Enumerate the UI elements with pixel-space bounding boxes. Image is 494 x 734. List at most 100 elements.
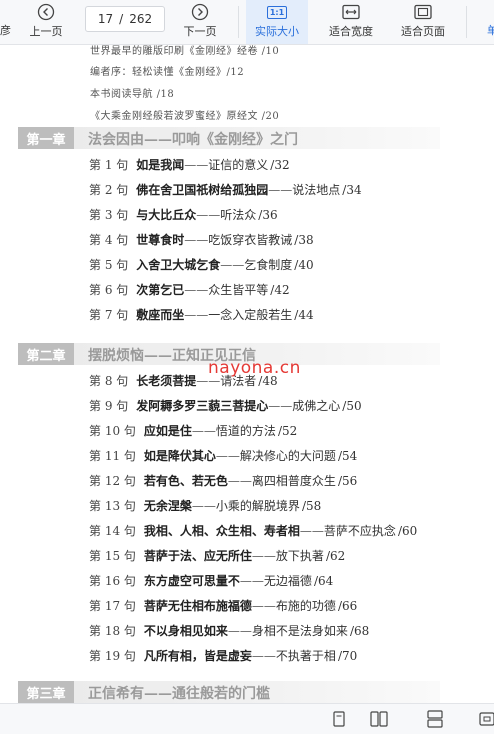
entry-dash: —— xyxy=(196,208,221,222)
toc-front-matter-item[interactable]: 世界最早的雕版印刷《金刚经》经卷 /10 xyxy=(90,45,279,57)
two-page-view-icon[interactable] xyxy=(370,710,388,728)
entry-key-phrase: 不以身相见如来 xyxy=(143,624,228,638)
toc-front-matter-item[interactable]: 《大乘金刚经般若波罗蜜经》原经文 /20 xyxy=(90,107,279,122)
entry-page-number: /58 xyxy=(301,499,322,513)
toc-entry[interactable]: 第 2 句佛在舍卫国祇树给孤独园——说法地点/34 xyxy=(89,181,362,198)
chapter-header[interactable]: 第一章 法会因由——叩响《金刚经》之门 xyxy=(18,127,440,149)
entry-key-phrase: 无余涅槃 xyxy=(143,499,192,513)
toolbar-right-fragment[interactable]: 单 xyxy=(487,22,494,38)
chapter-tag: 第二章 xyxy=(18,343,74,365)
fit-page-button[interactable]: 适合页面 xyxy=(392,0,454,44)
entry-number: 第 10 句 xyxy=(89,424,136,438)
entry-description: 布施的功德 xyxy=(275,599,336,613)
entry-dash: —— xyxy=(299,524,324,538)
page-current: 17 xyxy=(97,12,114,26)
entry-dash: —— xyxy=(227,624,252,638)
toolbar-divider xyxy=(238,6,239,38)
entry-key-phrase: 发阿耨多罗三藐三菩提心 xyxy=(136,399,269,413)
fit-page-label: 适合页面 xyxy=(401,25,445,38)
entry-description: 成佛之心 xyxy=(292,399,341,413)
single-page-view-icon[interactable] xyxy=(330,710,348,728)
toc-entry[interactable]: 第 18 句不以身相见如来——身相不是法身如来/68 xyxy=(89,622,369,639)
entry-key-phrase: 入舍卫大城乞食 xyxy=(136,258,221,272)
toc-entry[interactable]: 第 12 句若有色、若无色——离四相普度众生/56 xyxy=(89,472,357,489)
entry-description: 众生皆平等 xyxy=(208,283,269,297)
actual-size-button[interactable]: 1:1 实际大小 xyxy=(246,0,308,44)
page-number-input[interactable]: 17 / 262 xyxy=(85,6,165,32)
fit-page-icon xyxy=(414,3,432,21)
entry-page-number: /62 xyxy=(325,549,346,563)
toolbar: 彦 上一页 17 / 262 下一页 1:1 实际大小 适合宽度 适合页面 单 xyxy=(0,0,494,45)
entry-key-phrase: 如是降伏其心 xyxy=(143,449,216,463)
entry-dash: —— xyxy=(184,158,209,172)
toc-entry[interactable]: 第 19 句凡所有相，皆是虚妄——不执著于相/70 xyxy=(89,647,357,664)
chevron-right-icon xyxy=(191,3,209,21)
entry-page-number: /66 xyxy=(337,599,358,613)
view-mode-icon[interactable] xyxy=(478,710,494,728)
entry-number: 第 5 句 xyxy=(89,258,129,272)
fit-width-icon xyxy=(342,3,360,21)
entry-number: 第 11 句 xyxy=(89,449,136,463)
toc-entry[interactable]: 第 15 句菩萨于法、应无所住——放下执著/62 xyxy=(89,547,345,564)
toc-entry[interactable]: 第 1 句如是我闻——证信的意义/32 xyxy=(89,156,290,173)
toc-entry[interactable]: 第 17 句菩萨无住相布施福德——布施的功德/66 xyxy=(89,597,357,614)
entry-dash: —— xyxy=(215,449,240,463)
entry-number: 第 16 句 xyxy=(89,574,136,588)
entry-page-number: /36 xyxy=(258,208,278,222)
entry-number: 第 4 句 xyxy=(89,233,129,247)
entry-key-phrase: 佛在舍卫国祇树给孤独园 xyxy=(136,183,269,197)
entry-description: 证信的意义 xyxy=(208,158,269,172)
chevron-left-icon xyxy=(37,3,55,21)
prev-page-button[interactable]: 上一页 xyxy=(26,0,66,44)
entry-description: 悟道的方法 xyxy=(215,424,276,438)
entry-number: 第 7 句 xyxy=(89,308,129,322)
entry-dash: —— xyxy=(227,474,252,488)
entry-description: 不执著于相 xyxy=(275,649,336,663)
entry-dash: —— xyxy=(239,574,264,588)
entry-dash: —— xyxy=(184,308,209,322)
entry-description: 身相不是法身如来 xyxy=(251,624,348,638)
toc-entry[interactable]: 第 5 句入舍卫大城乞食——乞食制度/40 xyxy=(89,256,314,273)
entry-key-phrase: 敷座而坐 xyxy=(136,308,185,322)
fit-width-button[interactable]: 适合宽度 xyxy=(320,0,382,44)
fit-width-label: 适合宽度 xyxy=(329,25,373,38)
chapter-header[interactable]: 第三章 正信希有——通往般若的门槛 xyxy=(18,681,440,703)
toc-entry[interactable]: 第 11 句如是降伏其心——解决修心的大问题/54 xyxy=(89,447,357,464)
toc-entry[interactable]: 第 3 句与大比丘众——听法众/36 xyxy=(89,206,278,223)
entry-dash: —— xyxy=(251,649,276,663)
entry-page-number: /44 xyxy=(294,308,314,322)
entry-key-phrase: 菩萨于法、应无所住 xyxy=(143,549,252,563)
entry-page-number: /32 xyxy=(270,158,290,172)
entry-page-number: /52 xyxy=(277,424,298,438)
entry-dash: —— xyxy=(268,183,293,197)
entry-description: 说法地点 xyxy=(292,183,341,197)
entry-description: 吃饭穿衣皆教诫 xyxy=(208,233,293,247)
entry-dash: —— xyxy=(191,499,216,513)
toolbar-divider xyxy=(466,6,467,38)
toc-entry[interactable]: 第 16 句东方虚空可思量不——无边福德/64 xyxy=(89,572,333,589)
toc-entry[interactable]: 第 7 句敷座而坐——一念入定般若生/44 xyxy=(89,306,314,323)
toolbar-left-fragment: 彦 xyxy=(0,24,11,37)
entry-key-phrase: 凡所有相，皆是虚妄 xyxy=(143,649,252,663)
status-bar xyxy=(0,703,494,734)
entry-number: 第 13 句 xyxy=(89,499,136,513)
entry-key-phrase: 若有色、若无色 xyxy=(143,474,228,488)
toc-entry[interactable]: 第 14 句我相、人相、众生相、寿者相——菩萨不应执念/60 xyxy=(89,522,417,539)
entry-key-phrase: 我相、人相、众生相、寿者相 xyxy=(143,524,300,538)
entry-description: 听法众 xyxy=(220,208,257,222)
toc-entry[interactable]: 第 13 句无余涅槃——小乘的解脱境界/58 xyxy=(89,497,321,514)
entry-dash: —— xyxy=(251,549,276,563)
toc-front-matter-item[interactable]: 本书阅读导航 /18 xyxy=(90,85,174,100)
toc-entry[interactable]: 第 10 句应如是住——悟道的方法/52 xyxy=(89,422,297,439)
continuous-scroll-icon[interactable] xyxy=(426,710,444,728)
toc-front-matter-item[interactable]: 编者序：轻松读懂《金刚经》/12 xyxy=(90,63,244,78)
toc-entry[interactable]: 第 9 句发阿耨多罗三藐三菩提心——成佛之心/50 xyxy=(89,397,362,414)
toc-entry[interactable]: 第 6 句次第乞已——众生皆平等/42 xyxy=(89,281,290,298)
entry-page-number: /56 xyxy=(337,474,358,488)
entry-page-number: /40 xyxy=(294,258,314,272)
actual-size-label: 实际大小 xyxy=(255,25,299,38)
toc-entry[interactable]: 第 4 句世尊食时——吃饭穿衣皆教诫/38 xyxy=(89,231,314,248)
page-separator: / xyxy=(119,12,124,26)
next-page-button[interactable]: 下一页 xyxy=(180,0,220,44)
entry-page-number: /34 xyxy=(342,183,362,197)
